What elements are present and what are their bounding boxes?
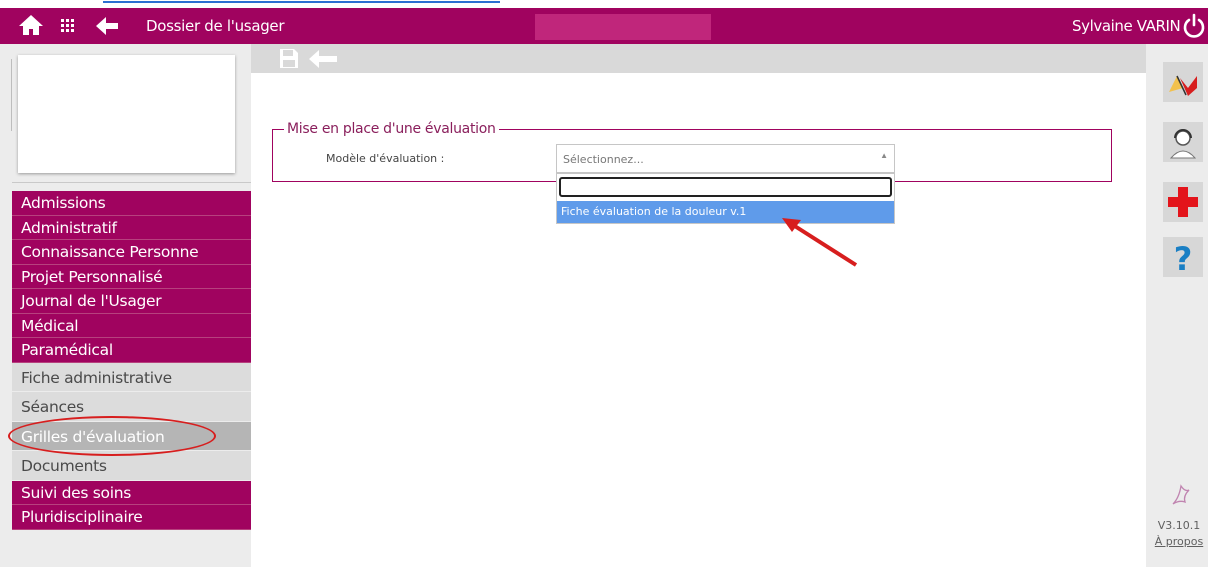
caret-up-icon: ▲ <box>880 151 888 160</box>
svg-text:?: ? <box>1174 240 1193 277</box>
about-link[interactable]: À propos <box>1150 535 1208 548</box>
sidebar-item-suivi-soins[interactable]: Suivi des soins <box>12 480 251 505</box>
sidebar-item-paramedical[interactable]: Paramédical <box>12 338 251 363</box>
back-arrow-icon[interactable] <box>94 15 120 37</box>
sidebar-item-projet-personnalise[interactable]: Projet Personnalisé <box>12 264 251 289</box>
top-link-underline <box>103 1 500 3</box>
sidebar-item-admissions[interactable]: Admissions <box>12 191 251 216</box>
support-agent-icon[interactable] <box>1163 122 1203 162</box>
patient-photo[interactable] <box>18 55 235 173</box>
sidebar-item-pluridisciplinaire[interactable]: Pluridisciplinaire <box>12 505 251 530</box>
sidebar-item-connaissance-personne[interactable]: Connaissance Personne <box>12 240 251 265</box>
model-field-label: Modèle d'évaluation : <box>326 152 445 165</box>
form-toolbar <box>251 44 1146 73</box>
medical-cross-icon[interactable] <box>1163 182 1203 222</box>
sidebar-item-administratif[interactable]: Administratif <box>12 215 251 240</box>
save-icon[interactable] <box>279 48 299 69</box>
power-logout-icon[interactable] <box>1181 13 1207 39</box>
sidebar-item-fiche-administrative[interactable]: Fiche administrative <box>12 362 251 392</box>
select-placeholder: Sélectionnez... <box>563 153 644 166</box>
form-back-arrow-icon[interactable] <box>307 49 339 69</box>
top-bar: Dossier de l'usager Sylvaine VARIN <box>0 8 1208 44</box>
patient-name-field[interactable] <box>535 14 711 40</box>
apps-grid-icon[interactable] <box>61 19 75 33</box>
highlight-oval-annotation <box>8 416 216 456</box>
butterfly-logo-icon <box>1172 484 1190 505</box>
page-title: Dossier de l'usager <box>146 17 285 35</box>
dropdown-search-input[interactable] <box>559 177 892 197</box>
left-panel: Admissions Administratif Connaissance Pe… <box>0 44 251 567</box>
home-icon[interactable] <box>18 14 44 36</box>
evaluation-model-select[interactable]: Sélectionnez... ▲ <box>556 144 895 173</box>
photo-separator <box>12 182 251 183</box>
user-name: Sylvaine VARIN <box>1072 17 1181 35</box>
help-icon[interactable]: ? <box>1163 237 1203 278</box>
red-pointer-arrow-annotation <box>782 218 858 267</box>
sidebar-item-medical[interactable]: Médical <box>12 313 251 338</box>
flags-icon[interactable] <box>1163 62 1203 102</box>
version-label: V3.10.1 <box>1157 519 1201 532</box>
sidebar-menu: Admissions Administratif Connaissance Pe… <box>12 191 251 530</box>
photo-divider <box>11 59 12 131</box>
fieldset-legend: Mise en place d'une évaluation <box>284 121 499 137</box>
sidebar-item-journal-usager[interactable]: Journal de l'Usager <box>12 289 251 314</box>
